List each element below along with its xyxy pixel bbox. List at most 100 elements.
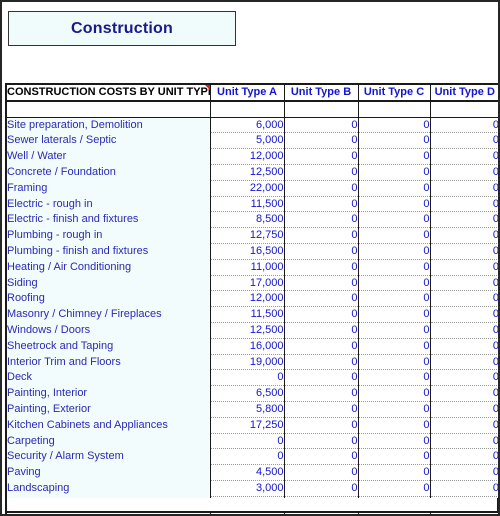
cost-value-cell[interactable]: 0 <box>358 433 431 450</box>
cost-value-cell[interactable]: 0 <box>358 417 431 434</box>
cost-value-cell[interactable]: 0 <box>284 369 359 387</box>
cost-value-cell[interactable]: 0 <box>284 290 359 308</box>
cost-value-cell[interactable]: 12,000 <box>210 290 285 308</box>
table-row[interactable]: Interior Trim and Floors 19,000 0 0 0 <box>5 354 498 371</box>
cost-value-cell[interactable]: 0 <box>430 385 498 402</box>
cost-value-cell[interactable]: 0 <box>430 164 498 181</box>
cost-item-label[interactable]: Heating / Air Conditioning <box>5 259 211 276</box>
cost-value-cell[interactable]: 0 <box>430 306 498 323</box>
table-row[interactable]: Sewer laterals / Septic 5,000 0 0 0 <box>5 132 498 150</box>
cost-value-cell[interactable]: 0 <box>358 354 431 371</box>
table-row[interactable]: Framing 22,000 0 0 0 <box>5 180 498 197</box>
table-row[interactable]: Siding 17,000 0 0 0 <box>5 275 498 292</box>
cost-value-cell[interactable]: 0 <box>358 338 431 355</box>
cost-value-cell[interactable]: 0 <box>358 227 431 244</box>
cost-value-cell[interactable]: 0 <box>430 322 498 339</box>
table-row[interactable]: Site preparation, Demolition 6,000 0 0 0 <box>5 117 498 134</box>
cost-item-label[interactable]: Electric - finish and fixtures <box>5 211 211 228</box>
table-row[interactable]: Paving 4,500 0 0 0 <box>5 464 498 481</box>
cost-value-cell[interactable]: 22,000 <box>210 180 285 197</box>
cost-value-cell[interactable]: 0 <box>430 290 498 308</box>
cost-value-cell[interactable]: 0 <box>210 369 285 387</box>
cost-value-cell[interactable]: 0 <box>358 196 431 213</box>
cost-value-cell[interactable]: 0 <box>358 259 431 276</box>
cost-item-label[interactable]: Masonry / Chimney / Fireplaces <box>5 306 211 323</box>
cost-item-label[interactable]: Well / Water <box>5 148 211 165</box>
cost-value-cell[interactable]: 0 <box>430 196 498 213</box>
cost-value-cell[interactable]: 0 <box>430 338 498 355</box>
cost-value-cell[interactable]: 0 <box>284 385 359 402</box>
cost-value-cell[interactable]: 0 <box>430 132 498 150</box>
cost-value-cell[interactable]: 12,500 <box>210 164 285 181</box>
table-row[interactable]: Windows / Doors 12,500 0 0 0 <box>5 322 498 339</box>
cost-value-cell[interactable]: 0 <box>358 385 431 402</box>
cost-value-cell[interactable]: 0 <box>284 180 359 197</box>
cost-value-cell[interactable]: 12,500 <box>210 322 285 339</box>
cost-value-cell[interactable]: 0 <box>284 227 359 244</box>
cost-value-cell[interactable]: 16,000 <box>210 338 285 355</box>
cost-value-cell[interactable]: 0 <box>284 322 359 339</box>
cost-item-label[interactable]: Plumbing - rough in <box>5 227 211 244</box>
cost-value-cell[interactable]: 0 <box>358 117 431 134</box>
table-row[interactable]: Roofing 12,000 0 0 0 <box>5 290 498 308</box>
cost-value-cell[interactable]: 4,500 <box>210 464 285 481</box>
cost-item-label[interactable]: Paving <box>5 464 211 481</box>
cost-value-cell[interactable]: 0 <box>284 164 359 181</box>
cost-item-label[interactable]: Plumbing - finish and fixtures <box>5 243 211 260</box>
cost-value-cell[interactable]: 5,000 <box>210 132 285 150</box>
table-row[interactable]: Sheetrock and Taping 16,000 0 0 0 <box>5 338 498 355</box>
cost-value-cell[interactable]: 0 <box>430 448 498 466</box>
cost-item-label[interactable]: Kitchen Cabinets and Appliances <box>5 417 211 434</box>
cost-value-cell[interactable]: 0 <box>430 401 498 418</box>
table-row[interactable]: Plumbing - finish and fixtures 16,500 0 0 0 <box>5 243 498 260</box>
table-row[interactable]: Well / Water 12,000 0 0 0 <box>5 148 498 165</box>
cost-value-cell[interactable]: 0 <box>284 306 359 323</box>
cost-value-cell[interactable]: 0 <box>430 464 498 481</box>
table-row[interactable]: Deck 0 0 0 0 <box>5 369 498 387</box>
cost-value-cell[interactable]: 0 <box>358 290 431 308</box>
cost-value-cell[interactable]: 0 <box>358 448 431 466</box>
table-row[interactable]: Masonry / Chimney / Fireplaces 11,500 0 0 0 <box>5 306 498 323</box>
cost-item-label[interactable]: Site preparation, Demolition <box>5 117 211 133</box>
cost-value-cell[interactable]: 8,500 <box>210 211 285 229</box>
cost-item-label[interactable]: Framing <box>5 180 211 197</box>
cost-value-cell[interactable]: 0 <box>430 369 498 387</box>
cost-value-cell[interactable]: 0 <box>358 401 431 418</box>
cost-item-label[interactable]: Electric - rough in <box>5 196 211 212</box>
table-row[interactable]: Painting, Exterior 5,800 0 0 0 <box>5 401 498 418</box>
cost-item-label[interactable]: Sheetrock and Taping <box>5 338 211 355</box>
cost-value-cell[interactable]: 0 <box>430 480 498 497</box>
cost-value-cell[interactable]: 0 <box>430 259 498 276</box>
cost-value-cell[interactable]: 0 <box>284 211 359 229</box>
cost-value-cell[interactable]: 19,000 <box>210 354 285 371</box>
cost-value-cell[interactable]: 11,000 <box>210 259 285 276</box>
cost-value-cell[interactable]: 0 <box>358 148 431 165</box>
cost-item-label[interactable]: Carpeting <box>5 433 211 449</box>
table-row[interactable]: Painting, Interior 6,500 0 0 0 <box>5 385 498 402</box>
cost-value-cell[interactable]: 11,500 <box>210 306 285 323</box>
cost-value-cell[interactable]: 3,000 <box>210 480 285 497</box>
cost-item-label[interactable]: Roofing <box>5 290 211 307</box>
cost-value-cell[interactable]: 0 <box>284 196 359 213</box>
cost-value-cell[interactable]: 0 <box>430 417 498 434</box>
cost-value-cell[interactable]: 6,000 <box>210 117 285 134</box>
cost-item-label[interactable]: Sewer laterals / Septic <box>5 132 211 149</box>
cost-value-cell[interactable]: 0 <box>284 401 359 418</box>
cost-value-cell[interactable]: 0 <box>284 148 359 165</box>
cost-value-cell[interactable]: 0 <box>430 148 498 165</box>
cost-value-cell[interactable]: 0 <box>358 369 431 387</box>
cost-item-label[interactable]: Deck <box>5 369 211 386</box>
cost-value-cell[interactable]: 16,500 <box>210 243 285 260</box>
table-row[interactable]: Electric - finish and fixtures 8,500 0 0 0 <box>5 211 498 229</box>
cost-value-cell[interactable]: 0 <box>210 433 285 450</box>
cost-value-cell[interactable]: 0 <box>284 480 359 497</box>
cost-value-cell[interactable]: 12,000 <box>210 148 285 165</box>
cost-item-label[interactable]: Painting, Interior <box>5 385 211 402</box>
cost-value-cell[interactable]: 0 <box>284 338 359 355</box>
cost-value-cell[interactable]: 0 <box>284 117 359 134</box>
table-row[interactable]: Kitchen Cabinets and Appliances 17,250 0 0 0 <box>5 417 498 434</box>
cost-value-cell[interactable]: 5,800 <box>210 401 285 418</box>
cost-value-cell[interactable]: 0 <box>358 306 431 323</box>
cost-value-cell[interactable]: 0 <box>430 354 498 371</box>
cost-item-label[interactable]: Windows / Doors <box>5 322 211 339</box>
